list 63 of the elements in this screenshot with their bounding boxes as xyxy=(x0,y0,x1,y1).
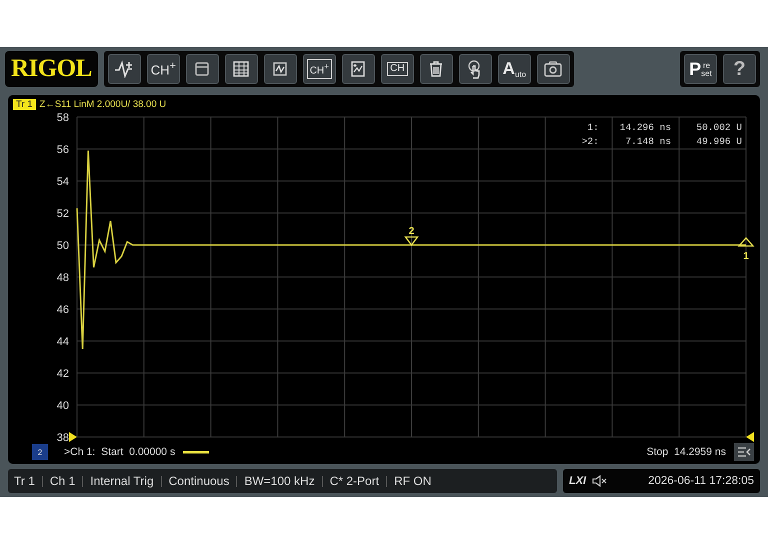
trace-legend-line xyxy=(183,450,210,454)
trace-add-button[interactable] xyxy=(108,54,141,84)
camera-button[interactable] xyxy=(536,54,570,84)
marker-triangle-icon[interactable] xyxy=(404,236,419,246)
speaker-muted-icon[interactable] xyxy=(592,475,608,487)
wave-window-icon xyxy=(271,60,290,78)
delete-button[interactable] xyxy=(420,54,453,84)
y-tick-label: 38 xyxy=(56,432,69,442)
y-tick-label: 52 xyxy=(56,208,69,220)
marker-table-button[interactable] xyxy=(342,54,375,84)
touch-button[interactable] xyxy=(458,54,492,84)
status-item[interactable]: RF ON xyxy=(394,474,432,488)
marker-time-value: 7.148 ns xyxy=(625,136,672,147)
trash-icon xyxy=(428,60,444,78)
window-icon xyxy=(194,61,210,77)
y-tick-label: 44 xyxy=(56,336,69,348)
lxi-label: LXI xyxy=(569,475,586,487)
marker-number: >2: xyxy=(582,136,599,147)
marker-time-value: 14.296 ns xyxy=(620,122,672,133)
text-button[interactable]: CH$^{+}$ xyxy=(146,54,180,84)
status-item[interactable]: Tr 1 xyxy=(14,474,35,488)
trace-tag[interactable]: Tr 1 xyxy=(13,99,36,110)
trace-window-button[interactable] xyxy=(264,54,297,84)
y-tick-label: 48 xyxy=(56,272,69,284)
channel-badge[interactable]: 2 xyxy=(32,444,48,460)
channel-copy-label: CH xyxy=(387,62,408,76)
marker-label: 2 xyxy=(408,226,414,237)
window-button[interactable] xyxy=(186,54,219,84)
start-label: >Ch 1: Start 0.00000 s xyxy=(64,446,176,458)
y-tick-label: 58 xyxy=(56,112,69,124)
y-tick-label: 56 xyxy=(56,144,69,156)
brand-logo: RIGOL xyxy=(5,51,98,87)
y-tick-label: 40 xyxy=(56,400,69,412)
stop-label: Stop 14.2959 ns xyxy=(646,446,726,458)
waveform-plus-icon xyxy=(114,60,134,78)
menu-button[interactable] xyxy=(734,443,754,461)
help-button[interactable]: ? xyxy=(723,54,756,84)
channel-window-button[interactable]: CH$^{+}$ xyxy=(302,54,336,84)
status-item[interactable]: Internal Trig xyxy=(90,474,154,488)
y-tick-label: 54 xyxy=(56,176,69,188)
status-item[interactable]: Ch 1 xyxy=(50,474,76,488)
table-button[interactable] xyxy=(224,54,258,84)
channel-window-label: CH$^{+}$ xyxy=(306,59,332,79)
marker-table-icon xyxy=(349,60,368,78)
y-tick-label: 42 xyxy=(56,368,69,380)
y-tick-label: 50 xyxy=(56,240,69,252)
marker-triangle-icon[interactable] xyxy=(738,237,754,247)
trace-format-label: Z←S11 LinM 2.000U/ 38.00 U xyxy=(40,99,166,110)
marker-label: 1 xyxy=(743,251,749,262)
marker-number: 1: xyxy=(587,122,599,133)
marker-impedance-value: 50.002 U xyxy=(696,122,742,133)
status-item[interactable]: BW=100 kHz xyxy=(244,474,315,488)
table-icon xyxy=(232,60,250,78)
status-item[interactable]: Continuous xyxy=(168,474,230,488)
y-tick-label: 46 xyxy=(56,304,69,316)
start-marker-icon xyxy=(69,432,77,442)
date-time: 2026-06-11 17:28:05 xyxy=(648,475,754,487)
menu-icon xyxy=(737,446,751,458)
status-item[interactable]: C* 2-Port xyxy=(330,474,380,488)
marker-impedance-value: 49.996 U xyxy=(696,136,742,147)
stop-marker-icon xyxy=(746,432,754,442)
channel-copy-button[interactable]: CH xyxy=(380,54,414,84)
camera-icon xyxy=(543,60,564,78)
